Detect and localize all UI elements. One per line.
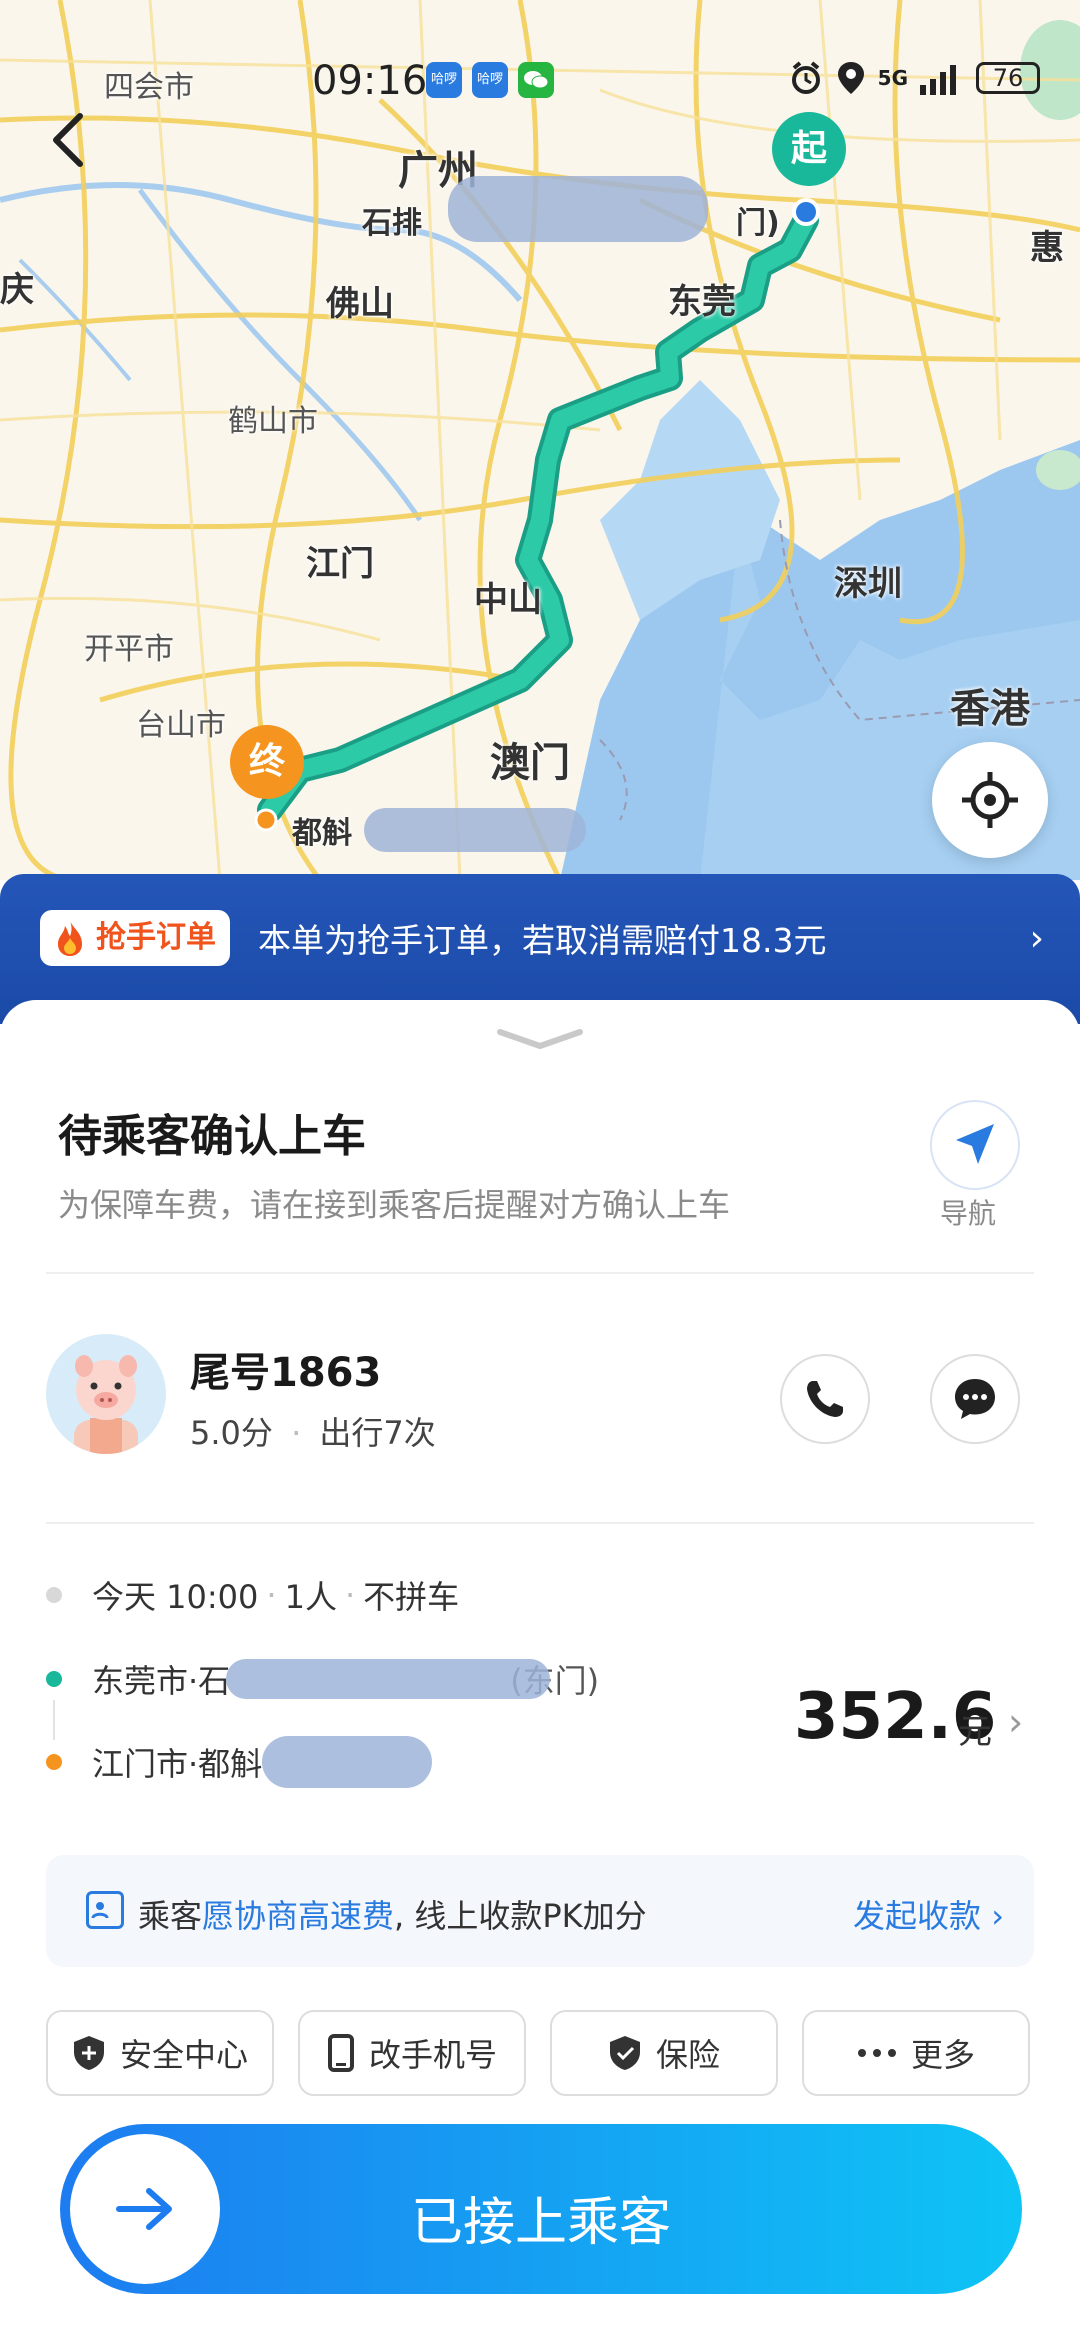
- map-label-heshan: 鹤山市: [228, 404, 318, 439]
- safety-center-button[interactable]: 安全中心: [46, 2010, 274, 2096]
- map-label-hongkong: 香港: [950, 686, 1030, 732]
- map-label-dongguan: 东莞: [668, 282, 736, 322]
- hellobike-app-icon-2: 哈啰: [472, 62, 508, 98]
- trip-time-row: 今天 10:00 · 1人 · 不拼车: [46, 1572, 459, 1618]
- chevron-right-icon[interactable]: ›: [1008, 1700, 1023, 1744]
- map-label-kaiping: 开平市: [84, 632, 174, 667]
- more-button[interactable]: 更多: [802, 2010, 1030, 2096]
- navigation-label: 导航: [940, 1197, 997, 1230]
- trip-people: 1人: [284, 1578, 337, 1616]
- map-label-huizhou: 惠: [1030, 228, 1064, 268]
- map-label-jiangmen: 江门: [306, 544, 374, 584]
- shield-plus-icon: [73, 2036, 104, 2070]
- map-label-foshan: 佛山: [326, 284, 394, 324]
- map-label-shenzhen: 深圳: [834, 564, 902, 604]
- network-label: 5G: [877, 66, 908, 90]
- wechat-icon: [518, 62, 554, 98]
- back-button[interactable]: [46, 110, 90, 170]
- order-sheet: 待乘客确认上车 为保障车费，请在接到乘客后提醒对方确认上车 导航 尾号1863 …: [0, 1000, 1080, 2340]
- passenger-trips: 出行7次: [319, 1414, 436, 1452]
- location-icon: [837, 62, 864, 94]
- destination-row[interactable]: 江门市·都斛: [46, 1736, 433, 1788]
- call-button[interactable]: [780, 1354, 870, 1444]
- end-marker: 终: [230, 725, 304, 799]
- passenger-name: 尾号1863: [190, 1350, 382, 1396]
- passenger-picked-up-label: 已接上乘客: [410, 2193, 671, 2253]
- divider: [46, 1522, 1034, 1524]
- redacted-destination: [262, 1736, 433, 1788]
- route-connector: [53, 1700, 55, 1740]
- origin-address: 东莞市·石: [92, 1662, 231, 1700]
- origin-bullet: [46, 1671, 62, 1687]
- toll-fee-box[interactable]: 乘客愿协商高速费, 线上收款PK加分 发起收款 ›: [46, 1855, 1034, 1967]
- safety-center-label: 安全中心: [119, 2036, 248, 2074]
- navigation-button[interactable]: [930, 1100, 1020, 1190]
- map-label-end-partial: 都斛: [292, 816, 352, 851]
- destination-bullet: [46, 1754, 62, 1770]
- passenger-meta: 5.0分 · 出行7次: [190, 1414, 436, 1452]
- crosshair-icon: [962, 772, 1018, 828]
- more-dots-icon: [857, 2049, 896, 2057]
- redacted-end-address: [364, 808, 586, 852]
- pig-avatar-icon: [74, 1355, 138, 1454]
- chevron-left-icon: [53, 113, 83, 167]
- map-label-zhaoqing: 庆: [0, 270, 34, 310]
- toll-fee-suffix: , 线上收款PK加分: [394, 1897, 647, 1935]
- toll-fee-highlight: 愿协商高速费: [202, 1897, 395, 1935]
- passenger-picked-up-button[interactable]: 已接上乘客: [60, 2124, 1022, 2294]
- hot-order-text: 本单为抢手订单，若取消需赔付18.3元: [258, 921, 827, 960]
- price-unit: 元: [958, 1712, 992, 1752]
- locate-me-button[interactable]: [932, 742, 1048, 858]
- redacted-start-address: [448, 176, 708, 242]
- more-label: 更多: [910, 2036, 975, 2074]
- drag-handle-icon[interactable]: [496, 1028, 584, 1052]
- shield-check-icon: [609, 2036, 640, 2070]
- message-button[interactable]: [930, 1354, 1020, 1444]
- divider: [46, 1272, 1034, 1274]
- chevron-right-icon: ›: [1029, 918, 1044, 959]
- status-time: 09:16: [312, 58, 428, 104]
- change-phone-button[interactable]: 改手机号: [298, 2010, 526, 2096]
- origin-row[interactable]: 东莞市·石 (东门): [46, 1656, 599, 1702]
- signal-icon: [920, 65, 956, 95]
- chat-bubble-icon: [955, 1379, 995, 1419]
- flame-icon: [58, 920, 82, 956]
- status-right: 5G 76: [788, 60, 1040, 96]
- map-label-taishan: 台山市: [136, 708, 226, 743]
- map-label-shipai: 石排: [362, 206, 422, 241]
- hot-order-badge-label: 抢手订单: [96, 920, 216, 955]
- alarm-icon: [791, 61, 820, 94]
- chevron-right-icon: ›: [991, 1897, 1004, 1935]
- change-phone-label: 改手机号: [368, 2036, 497, 2074]
- map-label-zhongshan: 中山: [474, 580, 542, 620]
- navigation-arrow-icon: [956, 1124, 994, 1164]
- route-map[interactable]: 四会市 广州 石排 佛山 东莞 惠 庆 鹤山市 江门 中山 深圳 开平市 台山市…: [0, 0, 1080, 880]
- phone-icon: [807, 1381, 843, 1417]
- hot-order-badge: 抢手订单: [40, 910, 230, 966]
- time-bullet: [46, 1587, 62, 1603]
- passenger-avatar[interactable]: [46, 1334, 166, 1454]
- status-bar: 09:16 哈啰 哈啰 5G 76: [0, 0, 1080, 160]
- insurance-label: 保险: [655, 2036, 720, 2074]
- destination-address: 江门市·都斛: [92, 1745, 263, 1783]
- toll-fee-prefix: 乘客: [138, 1897, 203, 1935]
- request-payment-link[interactable]: 发起收款 ›: [853, 1891, 1004, 1937]
- passenger-card-icon: [86, 1891, 124, 1929]
- insurance-button[interactable]: 保险: [550, 2010, 778, 2096]
- map-label-start-partial: 门): [736, 206, 780, 241]
- hellobike-app-icon: 哈啰: [426, 62, 462, 98]
- toll-fee-text: 乘客愿协商高速费, 线上收款PK加分: [138, 1891, 647, 1937]
- trip-share: 不拼车: [363, 1578, 460, 1616]
- passenger-rating: 5.0分: [190, 1414, 273, 1452]
- redacted-origin: [226, 1659, 551, 1699]
- map-label-macau: 澳门: [490, 740, 570, 786]
- order-status-title: 待乘客确认上车: [58, 1111, 366, 1162]
- battery-indicator: 76: [976, 62, 1040, 94]
- request-payment-label: 发起收款: [853, 1897, 982, 1935]
- trip-time: 今天 10:00: [92, 1578, 259, 1616]
- order-status-subtitle: 为保障车费，请在接到乘客后提醒对方确认上车: [58, 1186, 731, 1224]
- mobile-phone-icon: [327, 2034, 354, 2072]
